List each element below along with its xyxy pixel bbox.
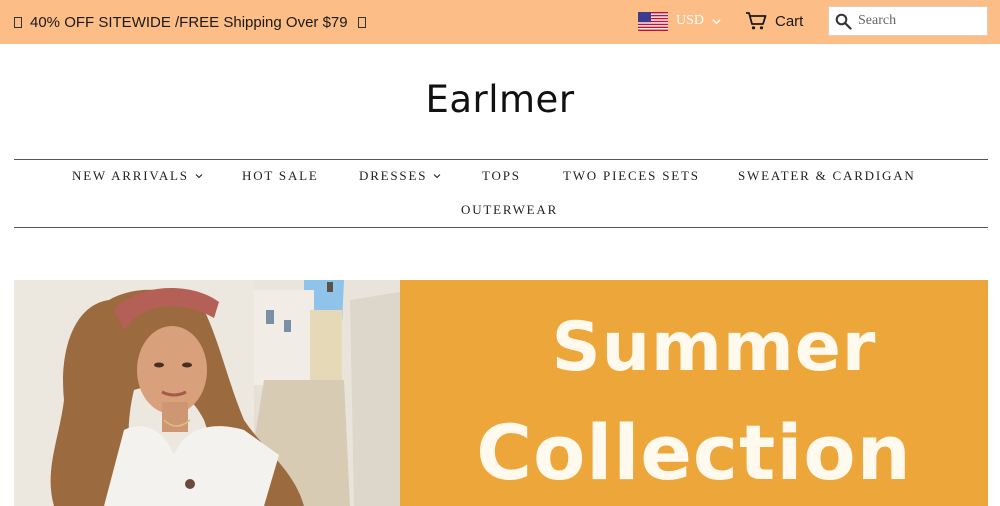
nav-item-label: DRESSES [359, 168, 428, 183]
nav-item-dresses[interactable]: DRESSES [359, 168, 441, 184]
left-arrow-icon[interactable] [14, 16, 22, 28]
nav-item-label: TWO PIECES SETS [563, 168, 700, 183]
currency-code: USD [676, 13, 705, 28]
nav-item-outerwear[interactable]: OUTERWEAR [461, 202, 558, 218]
summer-collection-panel[interactable]: Summer Collection [400, 280, 988, 506]
nav-divider-bottom [14, 227, 988, 228]
headline-line-1: Summer [551, 308, 877, 387]
nav-item-label: OUTERWEAR [461, 202, 559, 217]
headline-line-2: Collection [476, 408, 912, 497]
announcement-bar: 40% OFF SITEWIDE /FREE Shipping Over $79… [0, 0, 1000, 44]
nav-item-label: SWEATER & CARDIGAN [738, 168, 916, 183]
right-arrow-icon[interactable] [357, 16, 366, 28]
chevron-down-icon [433, 174, 441, 179]
search-input[interactable] [858, 13, 978, 29]
nav-item-tops[interactable]: TOPS [482, 168, 521, 184]
nav-item-new-arrivals[interactable]: NEW ARRIVALS [72, 168, 203, 184]
model-photo-illustration [14, 280, 400, 506]
nav-item-label: TOPS [482, 168, 521, 183]
search-box[interactable] [828, 6, 988, 36]
nav-item-hot-sale[interactable]: HOT SALE [242, 168, 319, 184]
cart-label: Cart [775, 12, 804, 30]
promo-message[interactable]: 40% OFF SITEWIDE /FREE Shipping Over $79 [14, 13, 368, 31]
model-photo [14, 280, 400, 506]
nav-item-label: NEW ARRIVALS [72, 168, 189, 183]
us-flag-icon [638, 11, 668, 31]
currency-selector[interactable]: USD [638, 10, 721, 32]
promo-text: 40% OFF SITEWIDE /FREE Shipping Over $79 [30, 13, 348, 31]
search-icon[interactable] [835, 13, 852, 30]
nav-item-sweater-cardigan[interactable]: SWEATER & CARDIGAN [738, 168, 916, 184]
cart-link[interactable]: Cart [745, 10, 803, 32]
nav-divider-top [14, 159, 988, 160]
store-logo[interactable]: Earlmer [0, 78, 1000, 121]
hero-banner[interactable]: Summer Collection [14, 280, 988, 506]
nav-item-two-pieces-sets[interactable]: TWO PIECES SETS [563, 168, 700, 184]
chevron-down-icon [195, 174, 203, 179]
nav-item-label: HOT SALE [242, 168, 319, 183]
chevron-down-icon [712, 18, 721, 24]
cart-icon [746, 12, 767, 30]
